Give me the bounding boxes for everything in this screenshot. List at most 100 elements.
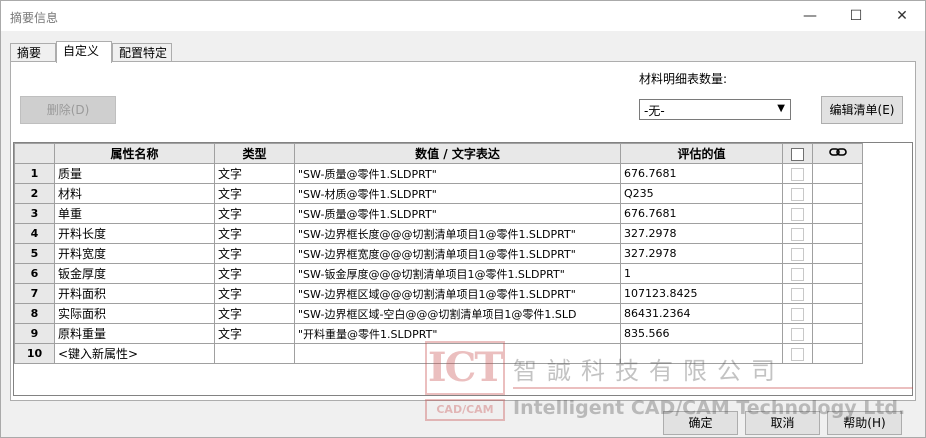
type-cell[interactable]: 文字 — [214, 263, 295, 284]
row-checkbox[interactable] — [791, 207, 804, 221]
value-expression-cell[interactable]: "SW-质量@零件1.SLDPRT" — [294, 203, 621, 224]
property-name-cell[interactable]: 开料面积 — [54, 283, 215, 304]
delete-button[interactable]: 删除(D) — [20, 96, 116, 124]
property-name-cell[interactable]: 开料宽度 — [54, 243, 215, 264]
property-name-cell[interactable]: 钣金厚度 — [54, 263, 215, 284]
row-checkbox-cell[interactable] — [782, 343, 813, 364]
edit-list-button[interactable]: 编辑清单(E) — [821, 96, 903, 124]
row-number: 6 — [14, 263, 55, 284]
ok-button[interactable]: 确定 — [663, 411, 738, 435]
row-checkbox[interactable] — [791, 327, 804, 341]
type-cell[interactable]: 文字 — [214, 223, 295, 244]
table-row[interactable]: 6 钣金厚度 文字 "SW-钣金厚度@@@切割清单项目1@零件1.SLDPRT" 1 — [14, 263, 863, 284]
row-checkbox-cell[interactable] — [782, 303, 813, 324]
evaluated-value-cell: 676.7681 — [620, 203, 783, 224]
row-checkbox[interactable] — [791, 347, 804, 361]
evaluated-value-cell: 327.2978 — [620, 223, 783, 244]
type-cell[interactable]: 文字 — [214, 283, 295, 304]
link-cell — [812, 343, 863, 364]
row-checkbox[interactable] — [791, 267, 804, 281]
property-name-cell[interactable]: 单重 — [54, 203, 215, 224]
row-checkbox[interactable] — [791, 247, 804, 261]
column-header-type[interactable]: 类型 — [214, 143, 295, 164]
evaluated-value-cell: Q235 — [620, 183, 783, 204]
type-cell[interactable] — [214, 343, 295, 364]
value-expression-cell[interactable] — [294, 343, 621, 364]
property-name-cell[interactable]: 材料 — [54, 183, 215, 204]
title-bar[interactable]: 摘要信息 — ☐ ✕ — [1, 1, 925, 31]
maximize-button[interactable]: ☐ — [833, 1, 879, 31]
row-number: 9 — [14, 323, 55, 344]
tab-configuration-specific[interactable]: 配置特定 — [112, 43, 172, 62]
evaluated-value-cell: 835.566 — [620, 323, 783, 344]
row-checkbox-cell[interactable] — [782, 323, 813, 344]
table-row[interactable]: 3 单重 文字 "SW-质量@零件1.SLDPRT" 676.7681 — [14, 203, 863, 224]
window-title: 摘要信息 — [10, 11, 59, 25]
type-cell[interactable]: 文字 — [214, 243, 295, 264]
close-button[interactable]: ✕ — [879, 1, 925, 31]
value-expression-cell[interactable]: "SW-质量@零件1.SLDPRT" — [294, 163, 621, 184]
evaluated-value-cell: 1 — [620, 263, 783, 284]
link-cell — [812, 283, 863, 304]
table-row[interactable]: 10 <键入新属性> — [14, 343, 863, 364]
property-name-cell[interactable]: 实际面积 — [54, 303, 215, 324]
type-cell[interactable]: 文字 — [214, 183, 295, 204]
table-row[interactable]: 9 原料重量 文字 "开料重量@零件1.SLDPRT" 835.566 — [14, 323, 863, 344]
table-row[interactable]: 1 质量 文字 "SW-质量@零件1.SLDPRT" 676.7681 — [14, 163, 863, 184]
column-header-property-name[interactable]: 属性名称 — [54, 143, 215, 164]
value-expression-cell[interactable]: "SW-材质@零件1.SLDPRT" — [294, 183, 621, 204]
properties-grid: 属性名称 类型 数值 / 文字表达 评估的值 1 质量 文字 "SW-质量@零件… — [13, 142, 913, 396]
column-header-link[interactable] — [812, 143, 863, 164]
type-cell[interactable]: 文字 — [214, 203, 295, 224]
value-expression-cell[interactable]: "SW-钣金厚度@@@切割清单项目1@零件1.SLDPRT" — [294, 263, 621, 284]
evaluated-value-cell — [620, 343, 783, 364]
row-checkbox-cell[interactable] — [782, 203, 813, 224]
value-expression-cell[interactable]: "SW-边界框宽度@@@切割清单项目1@零件1.SLDPRT" — [294, 243, 621, 264]
row-checkbox[interactable] — [791, 167, 804, 181]
row-checkbox-cell[interactable] — [782, 283, 813, 304]
select-all-checkbox[interactable] — [791, 147, 804, 161]
row-checkbox-cell[interactable] — [782, 263, 813, 284]
column-header-value-expression[interactable]: 数值 / 文字表达 — [294, 143, 621, 164]
tab-summary[interactable]: 摘要 — [10, 43, 56, 62]
row-checkbox-cell[interactable] — [782, 223, 813, 244]
type-cell[interactable]: 文字 — [214, 323, 295, 344]
table-row[interactable]: 5 开料宽度 文字 "SW-边界框宽度@@@切割清单项目1@零件1.SLDPRT" 32… — [14, 243, 863, 264]
link-cell — [812, 323, 863, 344]
row-checkbox-cell[interactable] — [782, 183, 813, 204]
table-row[interactable]: 2 材料 文字 "SW-材质@零件1.SLDPRT" Q235 — [14, 183, 863, 204]
value-expression-cell[interactable]: "SW-边界框长度@@@切割清单项目1@零件1.SLDPRT" — [294, 223, 621, 244]
row-checkbox[interactable] — [791, 187, 804, 201]
property-name-cell[interactable]: <键入新属性> — [54, 343, 215, 364]
column-header-select-all[interactable] — [782, 143, 813, 164]
bom-quantity-select[interactable]: -无- ▼ — [639, 99, 791, 120]
evaluated-value-cell: 327.2978 — [620, 243, 783, 264]
row-number: 4 — [14, 223, 55, 244]
table-row[interactable]: 4 开料长度 文字 "SW-边界框长度@@@切割清单项目1@零件1.SLDPRT" 32… — [14, 223, 863, 244]
row-checkbox[interactable] — [791, 307, 804, 321]
cancel-button[interactable]: 取消 — [745, 411, 820, 435]
table-row[interactable]: 7 开料面积 文字 "SW-边界框区域@@@切割清单项目1@零件1.SLDPRT" 10… — [14, 283, 863, 304]
value-expression-cell[interactable]: "SW-边界框区域@@@切割清单项目1@零件1.SLDPRT" — [294, 283, 621, 304]
row-checkbox[interactable] — [791, 287, 804, 301]
value-expression-cell[interactable]: "SW-边界框区域-空白@@@切割清单项目1@零件1.SLD — [294, 303, 621, 324]
type-cell[interactable]: 文字 — [214, 303, 295, 324]
minimize-button[interactable]: — — [787, 1, 833, 31]
tab-custom[interactable]: 自定义 — [56, 41, 112, 63]
row-number: 3 — [14, 203, 55, 224]
value-expression-cell[interactable]: "开料重量@零件1.SLDPRT" — [294, 323, 621, 344]
link-cell — [812, 163, 863, 184]
column-header-evaluated-value[interactable]: 评估的值 — [620, 143, 783, 164]
help-button[interactable]: 帮助(H) — [827, 411, 902, 435]
property-name-cell[interactable]: 开料长度 — [54, 223, 215, 244]
row-checkbox-cell[interactable] — [782, 243, 813, 264]
chevron-down-icon: ▼ — [777, 103, 785, 114]
row-checkbox[interactable] — [791, 227, 804, 241]
property-name-cell[interactable]: 原料重量 — [54, 323, 215, 344]
dialog-window: 摘要信息 — ☐ ✕ 摘要 自定义 配置特定 删除(D) 材料明细表数量: -无… — [0, 0, 926, 438]
table-row[interactable]: 8 实际面积 文字 "SW-边界框区域-空白@@@切割清单项目1@零件1.SLD 864… — [14, 303, 863, 324]
row-checkbox-cell[interactable] — [782, 163, 813, 184]
type-cell[interactable]: 文字 — [214, 163, 295, 184]
property-name-cell[interactable]: 质量 — [54, 163, 215, 184]
properties-table: 属性名称 类型 数值 / 文字表达 评估的值 1 质量 文字 "SW-质量@零件… — [14, 143, 863, 364]
